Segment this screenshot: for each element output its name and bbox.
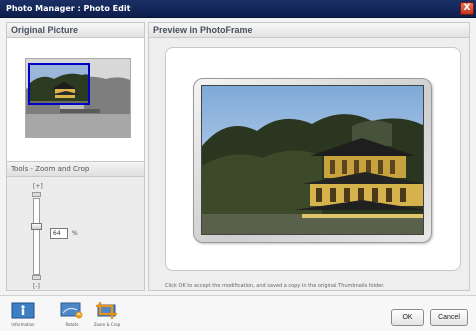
- zoom-max-label: [+]: [33, 183, 43, 190]
- zoom-crop-label: Zoom & Crop: [93, 322, 121, 327]
- tools-title: Tools - Zoom and Crop: [11, 165, 90, 173]
- rotate-icon: [60, 302, 84, 319]
- slider-top-cap: [32, 192, 41, 197]
- preview-photo-image: [202, 86, 423, 234]
- crop-icon: [95, 302, 119, 319]
- title-bar: Photo Manager : Photo Edit X: [0, 0, 476, 18]
- information-icon: [11, 302, 35, 319]
- original-picture-title: Original Picture: [11, 25, 79, 35]
- ok-button[interactable]: OK: [391, 309, 424, 326]
- zoom-percent-unit: %: [72, 230, 78, 237]
- zoom-slider-track[interactable]: [33, 198, 40, 275]
- information-label: Information: [11, 322, 35, 327]
- preview-header: Preview in PhotoFrame: [148, 22, 470, 38]
- zoom-min-label: [-]: [33, 283, 40, 290]
- preview-title: Preview in PhotoFrame: [153, 25, 253, 35]
- original-picture-header: Original Picture: [6, 22, 145, 38]
- zoom-crop-button[interactable]: Zoom & Crop: [90, 302, 124, 327]
- window-title: Photo Manager : Photo Edit: [6, 4, 131, 13]
- rotate-label: Rotate: [65, 322, 79, 327]
- cancel-button[interactable]: Cancel: [430, 309, 468, 326]
- close-icon: X: [463, 3, 471, 13]
- close-button[interactable]: X: [460, 2, 474, 15]
- preview-photo: [201, 85, 424, 235]
- rotate-button[interactable]: Rotate: [59, 302, 85, 327]
- zoom-percent-input[interactable]: 64: [50, 228, 68, 239]
- preview-footer-note: Click OK to accept the modification, and…: [165, 283, 385, 289]
- thumbnail-selection-image: [30, 65, 88, 103]
- tools-zoom-crop-header: Tools - Zoom and Crop: [6, 161, 145, 177]
- zoom-slider-thumb[interactable]: [31, 223, 42, 230]
- original-thumbnail[interactable]: [25, 58, 131, 138]
- crop-selection-box[interactable]: [28, 63, 90, 105]
- information-button[interactable]: Information: [10, 302, 36, 327]
- slider-bottom-cap: [32, 275, 41, 280]
